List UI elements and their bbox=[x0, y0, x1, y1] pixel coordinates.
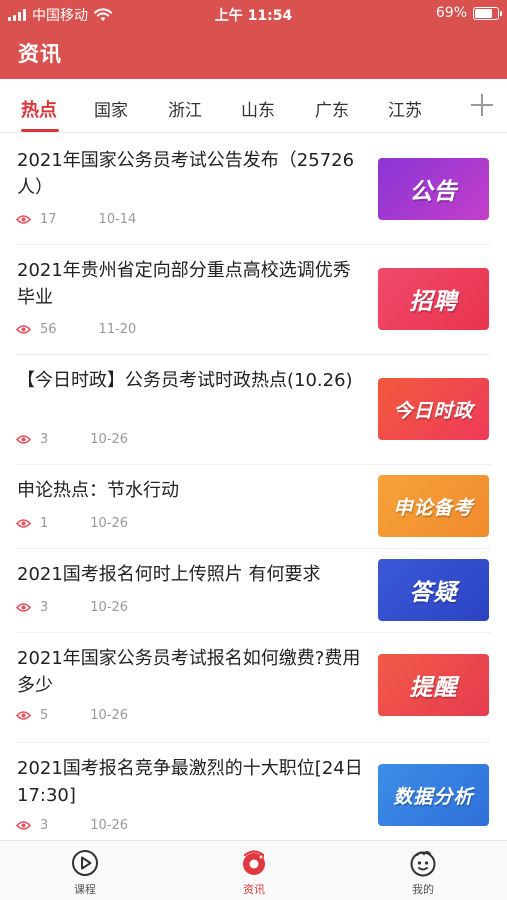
eye-icon bbox=[16, 519, 31, 528]
thumbnail-text: 申论备考 bbox=[393, 496, 474, 519]
news-date: 10-26 bbox=[90, 516, 129, 531]
category-tabs: 热点 国家 浙江 山东 广东 江苏 bbox=[0, 79, 507, 133]
nav-news[interactable]: 资讯 bbox=[214, 849, 294, 897]
news-thumbnail: 申论备考 bbox=[378, 475, 489, 537]
news-thumbnail: 今日时政 bbox=[378, 378, 489, 440]
thumbnail-text: 数据分析 bbox=[393, 785, 474, 808]
news-icon bbox=[243, 850, 265, 875]
view-count: 56 bbox=[40, 322, 57, 337]
view-count: 3 bbox=[40, 600, 49, 615]
news-thumbnail: 答疑 bbox=[378, 559, 489, 621]
status-time: 上午 11:54 bbox=[214, 8, 293, 24]
news-item[interactable]: 2021国考报名竞争最激烈的十大职位[24日17:30] 3 10-26 数据分… bbox=[0, 742, 507, 840]
view-count: 17 bbox=[40, 212, 57, 227]
news-date: 10-26 bbox=[90, 600, 129, 615]
thumbnail-text: 提醒 bbox=[409, 675, 458, 701]
news-meta: 1 10-26 bbox=[16, 516, 128, 531]
tab-hot[interactable]: 热点 bbox=[21, 96, 57, 122]
eye-icon bbox=[16, 325, 31, 334]
news-thumbnail: 公告 bbox=[378, 158, 489, 220]
view-count: 3 bbox=[40, 432, 49, 447]
status-bar: 中国移动 上午 11:54 69% bbox=[0, 0, 507, 28]
plus-icon[interactable] bbox=[471, 94, 493, 116]
news-item[interactable]: 申论热点：节水行动 1 10-26 申论备考 bbox=[0, 464, 507, 548]
news-date: 10-14 bbox=[98, 212, 137, 227]
thumbnail-text: 公告 bbox=[409, 179, 458, 205]
eye-icon bbox=[16, 435, 31, 444]
news-meta: 3 10-26 bbox=[16, 432, 128, 447]
active-tab-indicator bbox=[21, 129, 59, 132]
news-list: 2021年国家公务员考试公告发布（25726人） 17 10-14 公告 202… bbox=[0, 134, 507, 840]
news-thumbnail: 提醒 bbox=[378, 654, 489, 716]
news-date: 10-26 bbox=[90, 818, 129, 833]
tab-guangdong[interactable]: 广东 bbox=[315, 96, 349, 121]
news-thumbnail: 数据分析 bbox=[378, 764, 489, 826]
news-item[interactable]: 【今日时政】公务员考试时政热点(10.26) 3 10-26 今日时政 bbox=[0, 354, 507, 464]
news-title: 2021年国家公务员考试公告发布（25726人） bbox=[17, 150, 355, 198]
news-item[interactable]: 2021年贵州省定向部分重点高校选调优秀毕业 56 11-20 招聘 bbox=[0, 244, 507, 354]
page-title: 资讯 bbox=[18, 42, 62, 66]
battery-percent: 69% bbox=[435, 5, 467, 21]
nav-course[interactable]: 课程 bbox=[45, 849, 125, 897]
news-title: 申论热点：节水行动 bbox=[17, 480, 179, 501]
news-meta: 5 10-26 bbox=[16, 708, 128, 723]
view-count: 3 bbox=[40, 818, 49, 833]
news-meta: 56 11-20 bbox=[16, 322, 136, 337]
tab-national[interactable]: 国家 bbox=[94, 96, 128, 121]
news-title: 2021国考报名何时上传照片 有何要求 bbox=[17, 564, 321, 585]
news-title: 【今日时政】公务员考试时政热点(10.26) bbox=[17, 370, 353, 391]
news-date: 10-26 bbox=[90, 708, 129, 723]
news-date: 11-20 bbox=[98, 322, 137, 337]
news-title: 2021国考报名竞争最激烈的十大职位[24日17:30] bbox=[17, 758, 363, 806]
eye-icon bbox=[16, 821, 31, 830]
nav-label: 资讯 bbox=[243, 883, 265, 896]
news-item[interactable]: 2021年国家公务员考试报名如何缴费?费用多少 5 10-26 提醒 bbox=[0, 632, 507, 742]
tab-jiangsu[interactable]: 江苏 bbox=[388, 96, 422, 121]
nav-label: 我的 bbox=[412, 883, 434, 896]
header-bar: 中国移动 上午 11:54 69% 资讯 bbox=[0, 0, 507, 79]
news-title: 2021年贵州省定向部分重点高校选调优秀毕业 bbox=[17, 260, 351, 308]
view-count: 5 bbox=[40, 708, 49, 723]
news-meta: 17 10-14 bbox=[16, 212, 136, 227]
face-icon bbox=[410, 851, 436, 877]
thumbnail-text: 招聘 bbox=[409, 289, 458, 315]
nav-label: 课程 bbox=[74, 883, 96, 896]
eye-icon bbox=[16, 711, 31, 720]
eye-icon bbox=[16, 215, 31, 224]
news-meta: 3 10-26 bbox=[16, 600, 128, 615]
news-thumbnail: 招聘 bbox=[378, 268, 489, 330]
bottom-nav: 课程 资讯 我的 bbox=[0, 840, 507, 900]
battery-icon bbox=[473, 6, 502, 20]
play-circle-icon bbox=[72, 850, 98, 876]
thumbnail-text: 今日时政 bbox=[393, 399, 474, 422]
tab-shandong[interactable]: 山东 bbox=[241, 96, 275, 121]
news-meta: 3 10-26 bbox=[16, 818, 128, 833]
nav-mine[interactable]: 我的 bbox=[383, 849, 463, 897]
news-item[interactable]: 2021年国家公务员考试公告发布（25726人） 17 10-14 公告 bbox=[0, 134, 507, 244]
eye-icon bbox=[16, 603, 31, 612]
news-title: 2021年国家公务员考试报名如何缴费?费用多少 bbox=[17, 648, 361, 696]
tab-zhejiang[interactable]: 浙江 bbox=[168, 96, 202, 121]
view-count: 1 bbox=[40, 516, 49, 531]
thumbnail-text: 答疑 bbox=[409, 580, 458, 606]
news-item[interactable]: 2021国考报名何时上传照片 有何要求 3 10-26 答疑 bbox=[0, 548, 507, 632]
news-date: 10-26 bbox=[90, 432, 129, 447]
